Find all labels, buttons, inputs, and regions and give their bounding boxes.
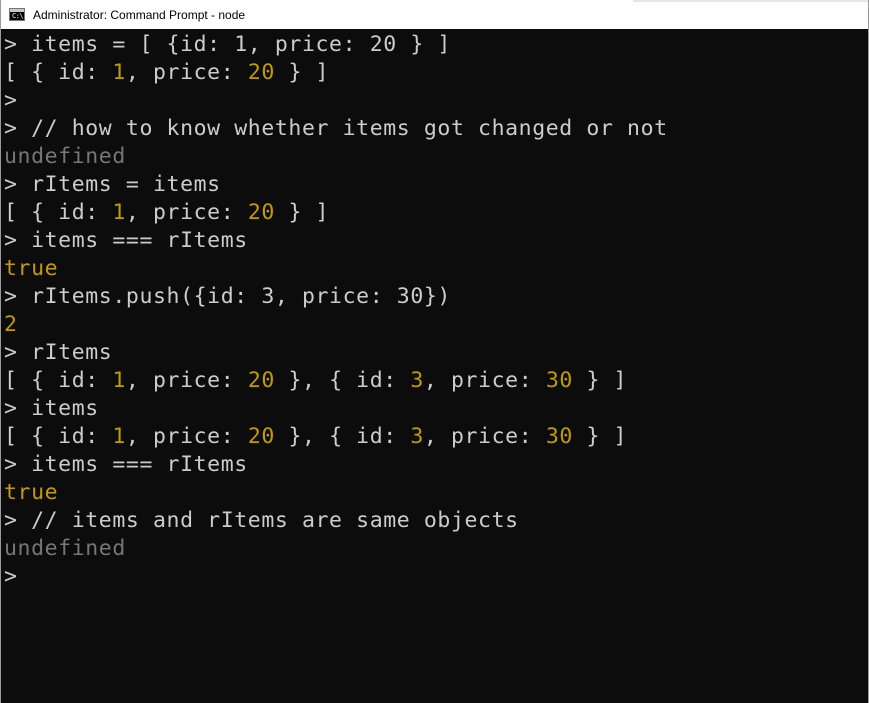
console-line: > — [4, 87, 868, 115]
title-bar[interactable]: C:\ Administrator: Command Prompt - node — [1, 0, 868, 29]
console-line: > items — [4, 395, 868, 423]
text-token: > items — [4, 396, 99, 421]
number-token: 30 — [545, 424, 573, 449]
text-token: > rItems.push({id: 3, price: 30}) — [4, 284, 451, 309]
number-token: 20 — [247, 368, 275, 393]
text-token: , price: — [125, 200, 248, 225]
text-token: , price: — [125, 368, 248, 393]
console-line: true — [4, 255, 868, 283]
console-line: 2 — [4, 311, 868, 339]
text-token: > items === rItems — [4, 228, 248, 253]
console-line: undefined — [4, 143, 868, 171]
text-token: }, { id: — [274, 424, 411, 449]
window-title: Administrator: Command Prompt - node — [33, 7, 246, 22]
text-token: , price: — [423, 424, 546, 449]
text-token: } ] — [572, 424, 628, 449]
title-bar-edge — [633, 0, 868, 2]
text-token: > rItems — [4, 340, 113, 365]
text-token: [ { id: — [4, 60, 113, 85]
text-token: > — [4, 88, 18, 113]
undefined-token: undefined — [4, 536, 126, 561]
number-token: 2 — [4, 312, 18, 337]
text-token: } ] — [274, 60, 330, 85]
console-line: [ { id: 1, price: 20 }, { id: 3, price: … — [4, 367, 868, 395]
text-token: > rItems = items — [4, 172, 221, 197]
text-token: > items === rItems — [4, 452, 248, 477]
console-line: undefined — [4, 535, 868, 563]
boolean-token: true — [4, 256, 59, 281]
undefined-token: undefined — [4, 144, 126, 169]
number-token: 20 — [247, 424, 275, 449]
number-token: 1 — [112, 60, 126, 85]
number-token: 1 — [112, 424, 126, 449]
text-token: > items = [ {id: 1, price: 20 } ] — [4, 32, 451, 57]
text-token: > // how to know whether items got chang… — [4, 116, 668, 141]
console-line: true — [4, 479, 868, 507]
text-token: , price: — [423, 368, 546, 393]
console-line: [ { id: 1, price: 20 } ] — [4, 199, 868, 227]
text-token: , price: — [125, 60, 248, 85]
text-token: } ] — [274, 200, 330, 225]
command-prompt-icon[interactable]: C:\ — [9, 8, 25, 21]
console-line: > items = [ {id: 1, price: 20 } ] — [4, 31, 868, 59]
console-line: > items === rItems — [4, 451, 868, 479]
text-token: [ { id: — [4, 200, 113, 225]
number-token: 3 — [410, 424, 424, 449]
console-line: > rItems.push({id: 3, price: 30}) — [4, 283, 868, 311]
prompt-line[interactable]: > — [4, 563, 868, 591]
number-token: 1 — [112, 368, 126, 393]
command-prompt-window: C:\ Administrator: Command Prompt - node… — [0, 0, 869, 703]
console-line: [ { id: 1, price: 20 } ] — [4, 59, 868, 87]
console-line: > // items and rItems are same objects — [4, 507, 868, 535]
console-line: > rItems = items — [4, 171, 868, 199]
text-token: }, { id: — [274, 368, 411, 393]
text-token: > // items and rItems are same objects — [4, 508, 519, 533]
text-token: > — [4, 564, 18, 589]
console-line: > // how to know whether items got chang… — [4, 115, 868, 143]
number-token: 30 — [545, 368, 573, 393]
text-token: [ { id: — [4, 424, 113, 449]
text-token: , price: — [125, 424, 248, 449]
number-token: 20 — [247, 200, 275, 225]
console-output[interactable]: > items = [ {id: 1, price: 20 } ][ { id:… — [4, 31, 868, 703]
console-line: > items === rItems — [4, 227, 868, 255]
text-token: [ { id: — [4, 368, 113, 393]
boolean-token: true — [4, 480, 59, 505]
console-line: [ { id: 1, price: 20 }, { id: 3, price: … — [4, 423, 868, 451]
number-token: 1 — [112, 200, 126, 225]
text-token: } ] — [572, 368, 628, 393]
number-token: 20 — [247, 60, 275, 85]
icon-glyph: C:\ — [12, 12, 24, 20]
console-line: > rItems — [4, 339, 868, 367]
number-token: 3 — [410, 368, 424, 393]
